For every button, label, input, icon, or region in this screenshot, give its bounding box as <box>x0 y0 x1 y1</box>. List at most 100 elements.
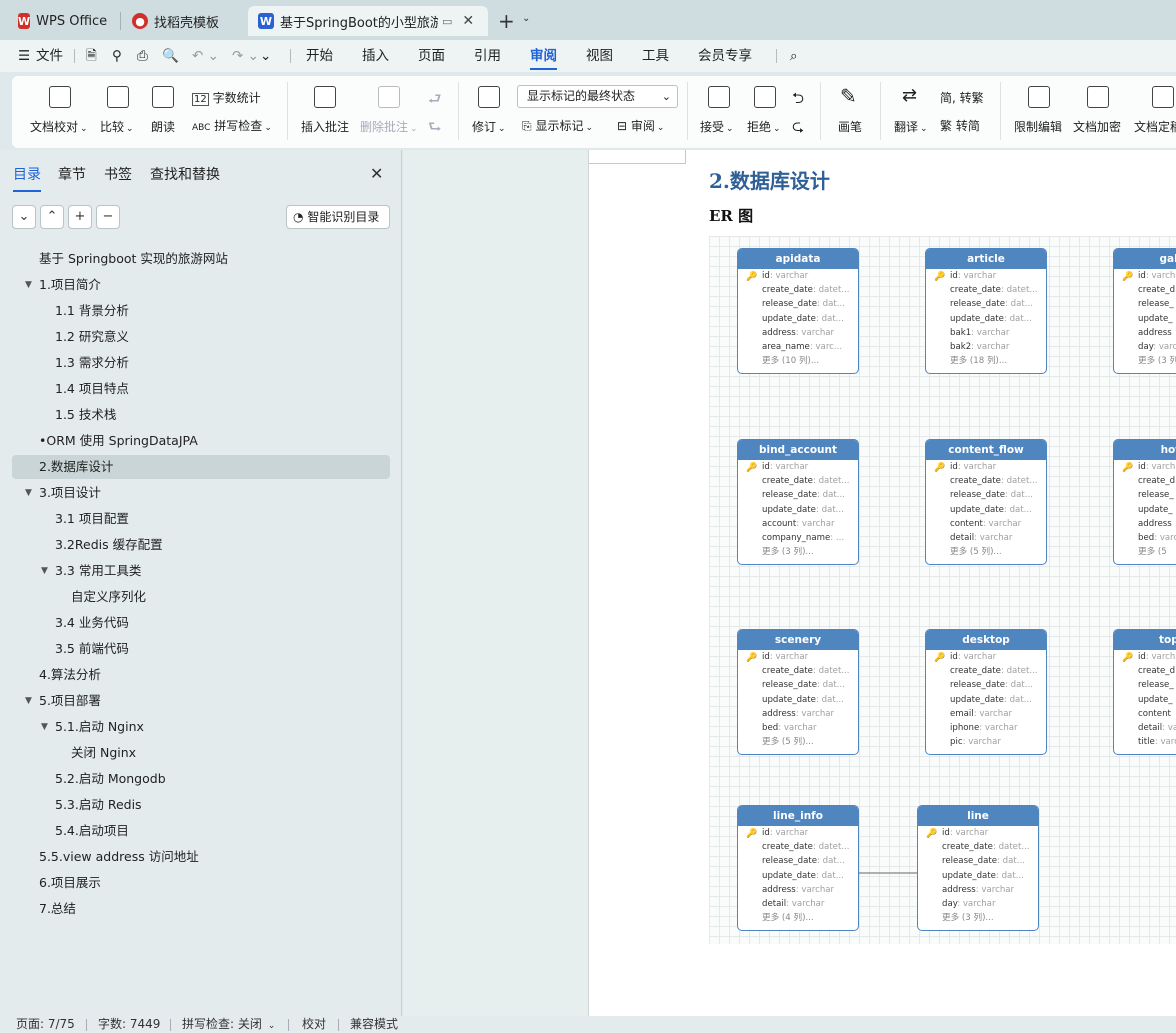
next-revision-icon[interactable]: ⮎ <box>792 116 804 141</box>
encrypt-button[interactable]: 文档加密 <box>1073 118 1121 135</box>
menu-reference[interactable]: 引用 <box>474 40 501 72</box>
new-tab-icon[interactable]: + <box>498 9 515 33</box>
page-indicator[interactable]: 页面: 7/75 <box>16 1016 75 1033</box>
toc-item[interactable]: 基于 Springboot 实现的旅游网站 <box>12 247 390 271</box>
print-icon[interactable]: ⎙ <box>137 40 148 72</box>
expand-toggle-icon[interactable]: ▼ <box>41 559 48 583</box>
toc-item[interactable]: 3.4 业务代码 <box>12 611 390 635</box>
delete-comment-button[interactable]: 删除批注 ⌄ <box>360 118 418 135</box>
doc-final-button[interactable]: 文档定稿 <box>1134 118 1176 135</box>
toc-item[interactable]: 3.5 前端代码 <box>12 637 390 661</box>
tab-chapters[interactable]: 章节 <box>58 164 86 184</box>
er-table[interactable]: top_t 🔑 id: varcha create_d release_ update_c… <box>1113 629 1176 756</box>
er-table[interactable]: hote 🔑 id: varcha create_d release_ update_ad… <box>1113 439 1176 566</box>
expand-toggle-icon[interactable]: ▼ <box>41 715 48 739</box>
er-table[interactable]: line_info 🔑 id: varchar create_date: datet.… <box>737 805 859 932</box>
search-icon[interactable]: ⌕ <box>790 40 798 72</box>
word-count-button[interactable]: 12 字数统计 <box>192 89 261 106</box>
close-pane-icon[interactable]: ✕ <box>370 164 383 183</box>
toc-item[interactable]: 1.1 背景分析 <box>12 299 390 323</box>
remove-heading-button[interactable]: − <box>96 205 120 229</box>
toc-item[interactable]: 1.5 技术栈 <box>12 403 390 427</box>
collapse-all-button[interactable]: ⌄ <box>12 205 36 229</box>
read-aloud-button[interactable]: 朗读 <box>151 118 175 135</box>
show-marks-button[interactable]: ⎘ 显示标记 ⌄ <box>522 117 593 134</box>
toc-item[interactable]: 7.总结 <box>12 897 390 921</box>
redo-icon[interactable]: ↷ ⌄ <box>232 40 259 72</box>
add-heading-button[interactable]: + <box>68 205 92 229</box>
toc-item[interactable]: 5.4.启动项目 <box>12 819 390 843</box>
er-table[interactable]: scenery 🔑 id: varchar create_date: datet...… <box>737 629 859 756</box>
tab-toc[interactable]: 目录 <box>13 164 41 192</box>
toc-item[interactable]: 5.5.view address 访问地址 <box>12 845 390 869</box>
review-button[interactable]: ⊟ 审阅 ⌄ <box>617 117 664 134</box>
toc-item[interactable]: 自定义序列化 <box>12 585 390 609</box>
more-chevron-icon[interactable]: ⌄ <box>260 40 271 72</box>
tab-bookmarks[interactable]: 书签 <box>104 164 132 184</box>
tab-wps-office[interactable]: W WPS Office <box>8 6 116 36</box>
menu-review[interactable]: 审阅 <box>530 40 557 72</box>
next-comment-icon[interactable]: ⮑ <box>428 117 442 142</box>
menu-start[interactable]: 开始 <box>306 40 333 72</box>
menu-page[interactable]: 页面 <box>418 40 445 72</box>
toc-item[interactable]: 4.算法分析 <box>12 663 390 687</box>
markup-display-select[interactable]: 显示标记的最终状态 ⌄ <box>517 85 678 108</box>
er-table[interactable]: content_flow 🔑 id: varchar create_date: dat… <box>925 439 1047 566</box>
reject-button[interactable]: 拒绝 ⌄ <box>747 118 781 135</box>
toc-item[interactable]: 3.1 项目配置 <box>12 507 390 531</box>
toc-item[interactable]: ▼ 3.3 常用工具类 <box>12 559 390 583</box>
menu-file[interactable]: 文件 <box>36 40 63 72</box>
toc-item[interactable]: 1.4 项目特点 <box>12 377 390 401</box>
revise-button[interactable]: 修订 ⌄ <box>472 118 506 135</box>
menu-insert[interactable]: 插入 <box>362 40 389 72</box>
toc-item[interactable]: 3.2Redis 缓存配置 <box>12 533 390 557</box>
undo-icon[interactable]: ↶ ⌄ <box>192 40 219 72</box>
pen-button[interactable]: 画笔 <box>838 118 862 135</box>
spell-check-status[interactable]: 拼写检查: 关闭 ⌄ <box>182 1016 275 1033</box>
expand-up-button[interactable]: ⌃ <box>40 205 64 229</box>
tab-document[interactable]: W 基于SpringBoot的小型旅游待 ▭ ✕ <box>248 6 488 36</box>
toc-item[interactable]: ▼ 5.项目部署 <box>12 689 390 713</box>
translate-button[interactable]: 翻译 ⌄ <box>894 118 928 135</box>
menu-member[interactable]: 会员专享 <box>698 40 752 72</box>
compare-button[interactable]: 比较 ⌄ <box>100 118 134 135</box>
toc-item[interactable]: ▼ 3.项目设计 <box>12 481 390 505</box>
print-preview-icon[interactable]: 🔍 <box>162 40 179 72</box>
menu-view[interactable]: 视图 <box>586 40 613 72</box>
hamburger-icon[interactable]: ☰ <box>18 40 30 72</box>
er-table[interactable]: line 🔑 id: varchar create_date: datet... rel… <box>917 805 1039 932</box>
spell-check-button[interactable]: ABC 拼写检查 ⌄ <box>192 117 272 134</box>
save-icon[interactable]: 🗎 <box>86 40 97 72</box>
expand-toggle-icon[interactable]: ▼ <box>25 481 32 505</box>
doc-check-button[interactable]: 文档校对 ⌄ <box>30 118 88 135</box>
tab-find-replace[interactable]: 查找和替换 <box>150 164 220 184</box>
accept-button[interactable]: 接受 ⌄ <box>700 118 734 135</box>
tab-docer-templates[interactable]: ● 找稻壳模板 <box>122 6 244 36</box>
toc-item[interactable]: ▼ 1.项目简介 <box>12 273 390 297</box>
toc-item[interactable]: 1.2 研究意义 <box>12 325 390 349</box>
er-table[interactable]: apidata 🔑 id: varchar create_date: datet...… <box>737 248 859 375</box>
er-table[interactable]: bind_account 🔑 id: varchar create_date: dat… <box>737 439 859 566</box>
menu-tools[interactable]: 工具 <box>642 40 669 72</box>
expand-toggle-icon[interactable]: ▼ <box>25 273 32 297</box>
toc-item[interactable]: 1.3 需求分析 <box>12 351 390 375</box>
toc-item[interactable]: 关闭 Nginx <box>12 741 390 765</box>
er-table[interactable]: galle 🔑 id: varcha create_d release_ update_a… <box>1113 248 1176 375</box>
proof-status[interactable]: 校对 <box>302 1016 326 1033</box>
prev-revision-icon[interactable]: ⮌ <box>792 88 804 113</box>
expand-toggle-icon[interactable]: ▼ <box>25 689 32 713</box>
to-traditional-button[interactable]: 简, 转繁 <box>940 89 984 106</box>
toc-item[interactable]: 5.3.启动 Redis <box>12 793 390 817</box>
toc-item[interactable]: •ORM 使用 SpringDataJPA <box>12 429 390 453</box>
toc-item[interactable]: 5.2.启动 Mongodb <box>12 767 390 791</box>
toc-item[interactable]: 6.项目展示 <box>12 871 390 895</box>
toc-item[interactable]: 2.数据库设计 <box>12 455 390 479</box>
insert-comment-button[interactable]: 插入批注 <box>301 118 349 135</box>
toc-item[interactable]: ▼ 5.1.启动 Nginx <box>12 715 390 739</box>
document-page[interactable]: 2.数据库设计 ER 图 apidata 🔑 id: varchar create_d… <box>588 150 1176 1016</box>
share-icon[interactable]: ⚲ <box>112 40 122 72</box>
close-icon[interactable]: ✕ <box>462 13 474 29</box>
prev-comment-icon[interactable]: ⮐ <box>428 89 442 114</box>
smart-toc-button[interactable]: ◔ 智能识别目录 <box>286 205 390 229</box>
chevron-down-icon[interactable]: ⌄ <box>522 13 530 24</box>
